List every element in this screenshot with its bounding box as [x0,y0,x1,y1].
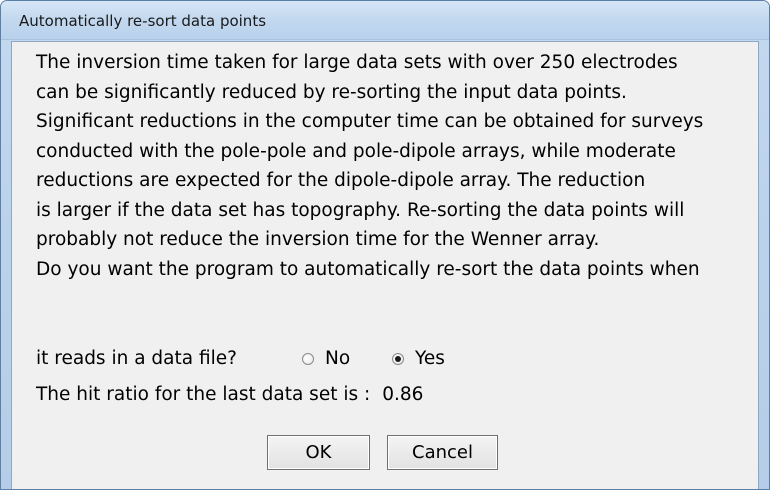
message-line: probably not reduce the inversion time f… [36,229,600,250]
hit-ratio-value: 0.86 [382,384,424,405]
hit-ratio-label: The hit ratio for the last data set is : [36,384,371,405]
question-tail: it reads in a data file? [36,348,237,369]
message-line: The inversion time taken for large data … [36,52,678,73]
title-bar[interactable]: Automatically re-sort data points [1,1,769,40]
radio-option-yes[interactable]: Yes [392,348,445,369]
ok-button[interactable]: OK [267,435,370,470]
message-text: The inversion time taken for large data … [36,48,756,284]
message-line: is larger if the data set has topography… [36,199,685,221]
radio-no-circle[interactable] [302,352,314,365]
radio-yes-label: Yes [415,348,445,369]
dialog-body: The inversion time taken for large data … [11,41,759,489]
message-line: Do you want the program to automatically… [36,258,700,280]
message-line: conducted with the pole-pole and pole-di… [36,140,676,162]
radio-no-label: No [325,348,351,369]
message-line: reductions are expected for the dipole-d… [36,170,646,191]
message-line: can be significantly reduced by re-sorti… [36,81,627,103]
dialog-window: Automatically re-sort data points The in… [0,0,770,490]
radio-option-no[interactable]: No [302,348,350,369]
cancel-button[interactable]: Cancel [387,435,498,470]
radio-yes-circle[interactable] [392,352,404,365]
dialog-title: Automatically re-sort data points [19,12,267,30]
message-line: Significant reductions in the computer t… [36,111,704,132]
hit-ratio-row: The hit ratio for the last data set is :… [36,384,423,405]
